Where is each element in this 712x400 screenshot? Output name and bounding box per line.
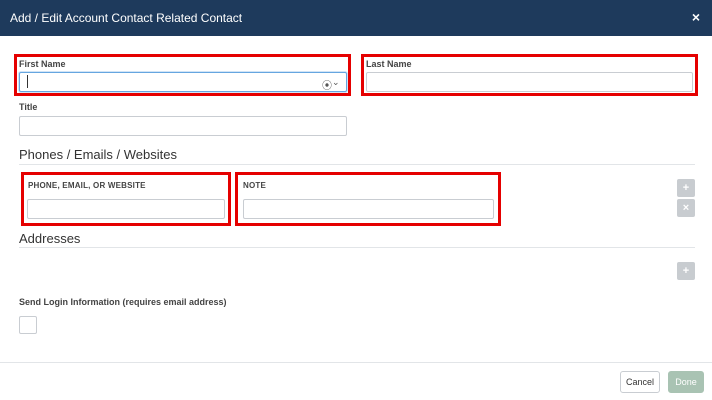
- cancel-button[interactable]: Cancel: [620, 371, 660, 393]
- send-login-label: Send Login Information (requires email a…: [19, 297, 227, 307]
- first-name-input[interactable]: [19, 72, 347, 92]
- addresses-section-title: Addresses: [19, 231, 81, 246]
- footer-divider: [0, 362, 712, 363]
- dialog-title: Add / Edit Account Contact Related Conta…: [10, 11, 243, 25]
- title-input[interactable]: [19, 116, 347, 136]
- contact-column-label: PHONE, EMAIL, OR WEBSITE: [28, 181, 146, 190]
- contact-input[interactable]: [27, 199, 225, 219]
- add-address-button[interactable]: +: [677, 262, 695, 280]
- section-divider: [19, 164, 695, 165]
- phones-section-title: Phones / Emails / Websites: [19, 147, 177, 162]
- send-login-checkbox[interactable]: [19, 316, 37, 334]
- section-divider: [19, 247, 695, 248]
- note-column-label: NOTE: [243, 181, 267, 190]
- remove-phone-button[interactable]: ×: [677, 199, 695, 217]
- dialog-header: Add / Edit Account Contact Related Conta…: [0, 0, 712, 36]
- chevron-down-icon[interactable]: ⌄: [332, 77, 340, 88]
- last-name-label: Last Name: [366, 59, 412, 69]
- person-icon[interactable]: ⦿: [322, 77, 332, 92]
- done-button[interactable]: Done: [668, 371, 704, 393]
- text-caret: [27, 75, 28, 88]
- title-label: Title: [19, 102, 38, 112]
- note-input[interactable]: [243, 199, 494, 219]
- first-name-label: First Name: [19, 59, 66, 69]
- close-icon[interactable]: ×: [692, 9, 700, 25]
- add-phone-button[interactable]: +: [677, 179, 695, 197]
- last-name-input[interactable]: [366, 72, 693, 92]
